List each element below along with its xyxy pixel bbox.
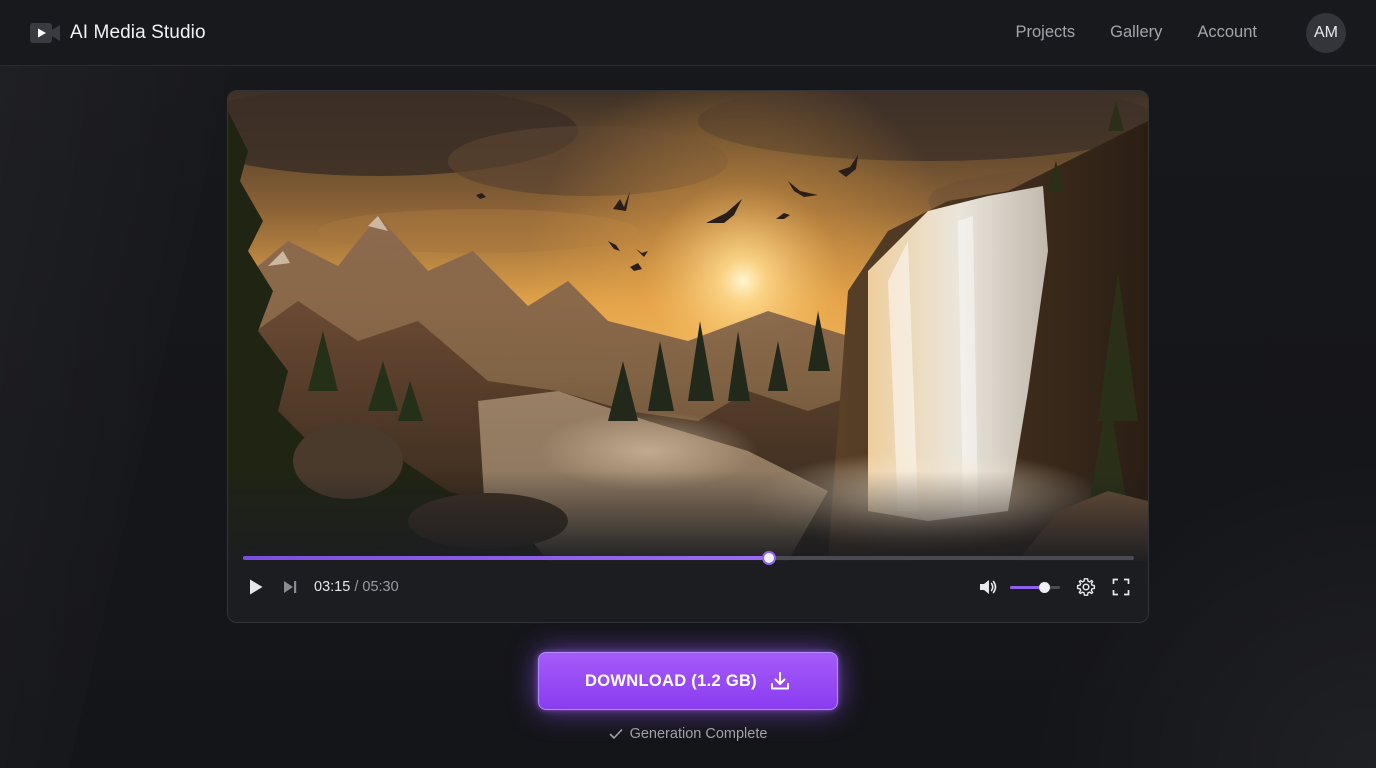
time-display: 03:15 / 05:30 [314, 579, 399, 595]
play-icon [250, 579, 263, 595]
video-camera-icon [29, 21, 61, 45]
background-sheen [0, 66, 230, 768]
download-button[interactable]: DOWNLOAD (1.2 GB) [538, 652, 838, 710]
skip-next-icon [284, 581, 297, 593]
video-thumbnail-scene [228, 91, 1148, 561]
nav-account[interactable]: Account [1197, 23, 1257, 42]
brand[interactable]: AI Media Studio [29, 21, 206, 45]
nav-gallery[interactable]: Gallery [1110, 23, 1162, 42]
settings-button[interactable] [1076, 577, 1096, 597]
video-frame[interactable] [228, 91, 1148, 561]
main-nav: Projects Gallery Account AM [1016, 12, 1346, 53]
player-controls: 03:15 / 05:30 [228, 551, 1148, 622]
nav-projects[interactable]: Projects [1016, 23, 1076, 42]
top-header: AI Media Studio Projects Gallery Account… [0, 0, 1376, 66]
app-window: AI Media Studio Projects Gallery Account… [0, 0, 1376, 768]
status-text: Generation Complete [629, 726, 768, 742]
fullscreen-button[interactable] [1112, 578, 1130, 596]
progress-track[interactable] [243, 551, 1134, 565]
app-title: AI Media Studio [70, 21, 206, 43]
volume-icon [980, 580, 997, 594]
right-controls [978, 575, 1130, 599]
skip-next-button[interactable] [282, 579, 298, 595]
fullscreen-icon [1112, 578, 1130, 596]
generation-status: Generation Complete [0, 724, 1376, 744]
download-icon [770, 672, 789, 690]
check-icon [609, 729, 622, 739]
play-button[interactable] [248, 578, 264, 596]
controls-row: 03:15 / 05:30 [228, 575, 1148, 599]
duration: 05:30 [362, 579, 399, 595]
video-player: 03:15 / 05:30 [227, 90, 1149, 623]
volume-button[interactable] [978, 578, 998, 596]
gear-icon [1076, 578, 1096, 596]
avatar[interactable]: AM [1306, 12, 1346, 53]
current-time: 03:15 [314, 579, 351, 595]
progress-thumb[interactable] [762, 551, 777, 565]
time-separator: / [354, 579, 359, 595]
progress-fill [243, 556, 770, 560]
volume-slider[interactable] [1010, 581, 1060, 593]
download-label: DOWNLOAD (1.2 GB) [585, 671, 757, 690]
volume-thumb[interactable] [1039, 581, 1050, 593]
